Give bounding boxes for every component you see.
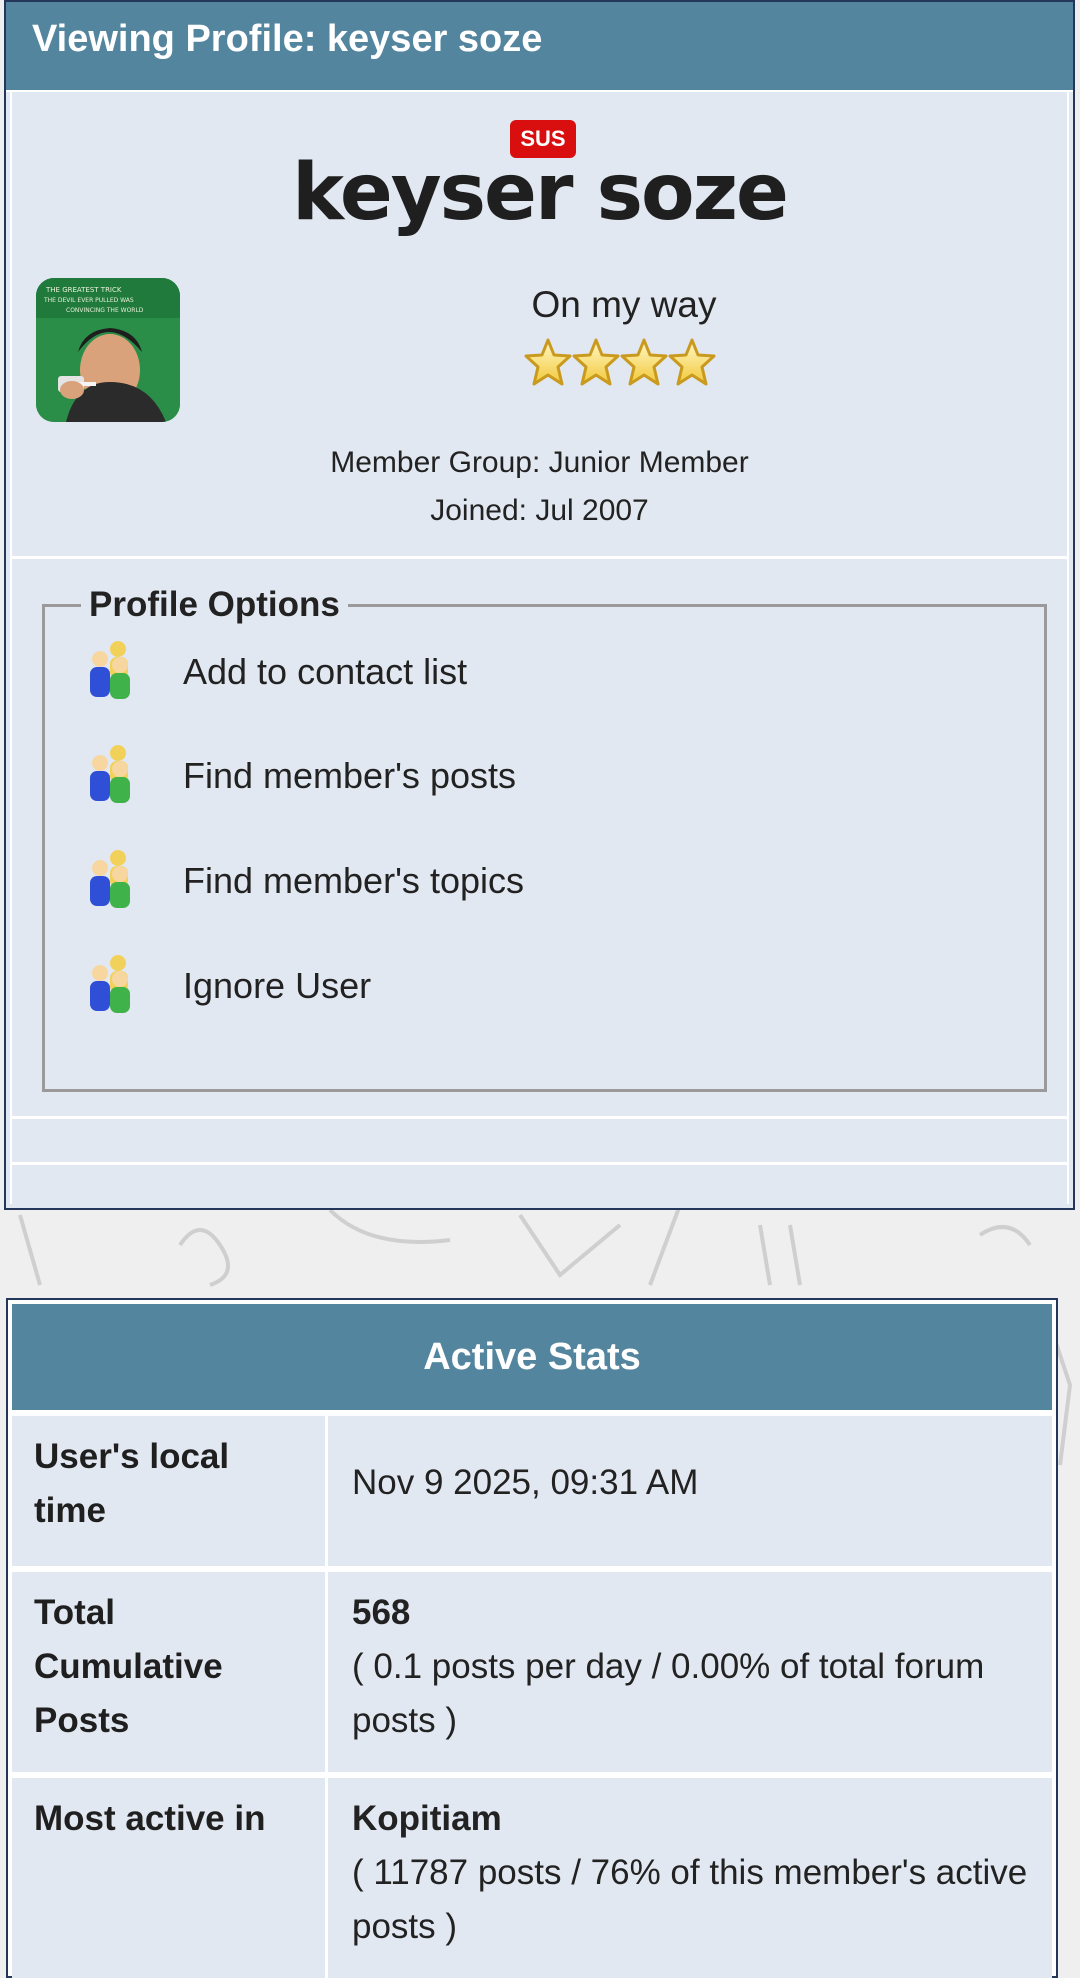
page-title: Viewing Profile: keyser soze: [6, 2, 1073, 92]
active-stats-card: Active Stats User's local time Nov 9 202…: [6, 1298, 1058, 1978]
option-find-topics[interactable]: Find member's topics: [85, 846, 524, 916]
stats-row-local-time: User's local time Nov 9 2025, 09:31 AM: [12, 1416, 1052, 1566]
forum-link[interactable]: Kopitiam: [352, 1792, 1042, 1846]
star-icon: [572, 338, 620, 386]
star-icon: [668, 338, 716, 386]
avatar[interactable]: THE GREATEST TRICK THE DEVIL EVER PULLED…: [36, 278, 180, 422]
star-icon: [620, 338, 668, 386]
option-label: Find member's topics: [183, 860, 524, 901]
profile-card: Viewing Profile: keyser soze SUS keyser …: [4, 0, 1075, 1210]
joined-date: Joined: Jul 2007: [430, 494, 649, 527]
active-stats-title: Active Stats: [12, 1304, 1052, 1410]
members-icon: [90, 955, 130, 1013]
profile-options-title: Profile Options: [81, 585, 348, 625]
option-label: Find member's posts: [183, 755, 516, 796]
option-label: Add to contact list: [183, 651, 468, 692]
stats-row-total-posts: Total Cumulative Posts 568 ( 0.1 posts p…: [12, 1572, 1052, 1772]
divider: [12, 1162, 1067, 1165]
profile-options-box: Profile Options Add to contact list Find…: [42, 585, 1047, 1092]
member-status-title: On my way: [531, 284, 717, 325]
stats-label: Most active in: [34, 1799, 266, 1838]
option-label: Ignore User: [183, 965, 372, 1006]
option-add-contact[interactable]: Add to contact list: [85, 637, 467, 707]
username: keyser soze: [292, 148, 789, 238]
rating-stars: [524, 338, 716, 386]
option-ignore-user[interactable]: Ignore User: [85, 951, 371, 1021]
profile-body: SUS keyser soze THE GREATEST TRICK THE D…: [10, 92, 1069, 1204]
divider: [12, 1116, 1067, 1119]
post-rate: ( 0.1 posts per day / 0.00% of total for…: [352, 1647, 985, 1740]
member-group: Member Group: Junior Member: [330, 446, 749, 479]
cell-divider: [325, 1778, 328, 1978]
svg-text:THE DEVIL EVER PULLED WAS: THE DEVIL EVER PULLED WAS: [43, 297, 134, 304]
members-icon: [90, 850, 130, 908]
star-icon: [524, 338, 572, 386]
forum-share: ( 11787 posts / 76% of this member's act…: [352, 1853, 1028, 1946]
option-find-posts[interactable]: Find member's posts: [85, 741, 516, 811]
stats-label: Total Cumulative Posts: [34, 1593, 223, 1740]
members-icon: [90, 745, 130, 803]
members-icon: [90, 641, 130, 699]
svg-text:THE GREATEST TRICK: THE GREATEST TRICK: [45, 286, 122, 294]
stats-row-most-active: Most active in Kopitiam ( 11787 posts / …: [12, 1778, 1052, 1978]
divider: [12, 556, 1067, 559]
stats-label: User's local time: [34, 1437, 230, 1530]
stats-value: Kopitiam ( 11787 posts / 76% of this mem…: [352, 1778, 1042, 1978]
svg-text:CONVINCING THE WORLD: CONVINCING THE WORLD: [66, 307, 144, 314]
cell-divider: [325, 1416, 328, 1566]
post-count: 568: [352, 1593, 411, 1632]
stats-value: 568 ( 0.1 posts per day / 0.00% of total…: [352, 1572, 1042, 1772]
stats-value: Nov 9 2025, 09:31 AM: [352, 1463, 699, 1502]
cell-divider: [325, 1572, 328, 1772]
avatar-image: THE GREATEST TRICK THE DEVIL EVER PULLED…: [36, 278, 180, 422]
